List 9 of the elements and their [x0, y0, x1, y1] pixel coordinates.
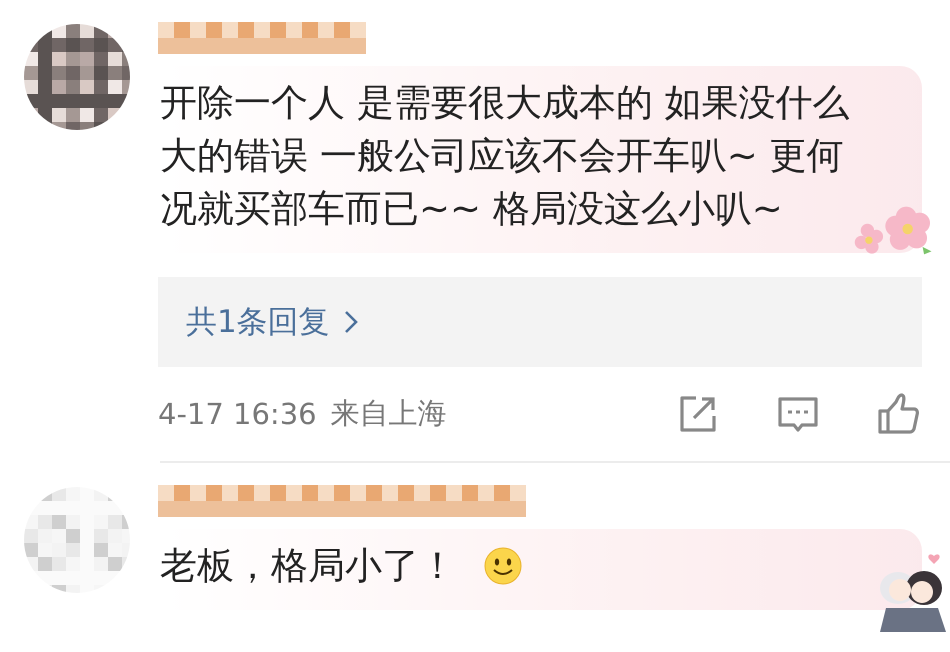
avatar[interactable] [24, 24, 130, 130]
comment-text: 开除一个人 是需要很大成本的 如果没什么大的错误 一般公司应该不会开车叭~ 更何况就买部车而已~~ 格局没这么小叭~ [160, 80, 851, 232]
chevron-right-icon [344, 310, 358, 334]
smiley-icon [484, 546, 522, 584]
comment-time: 4-17 16:36 [158, 397, 317, 431]
thumbs-up-icon[interactable] [876, 392, 920, 436]
view-replies-link[interactable]: 共1条回复 [158, 277, 922, 367]
comment-text: 老板，格局小了！ [160, 543, 456, 589]
comment-location: 来自上海 [330, 395, 447, 432]
